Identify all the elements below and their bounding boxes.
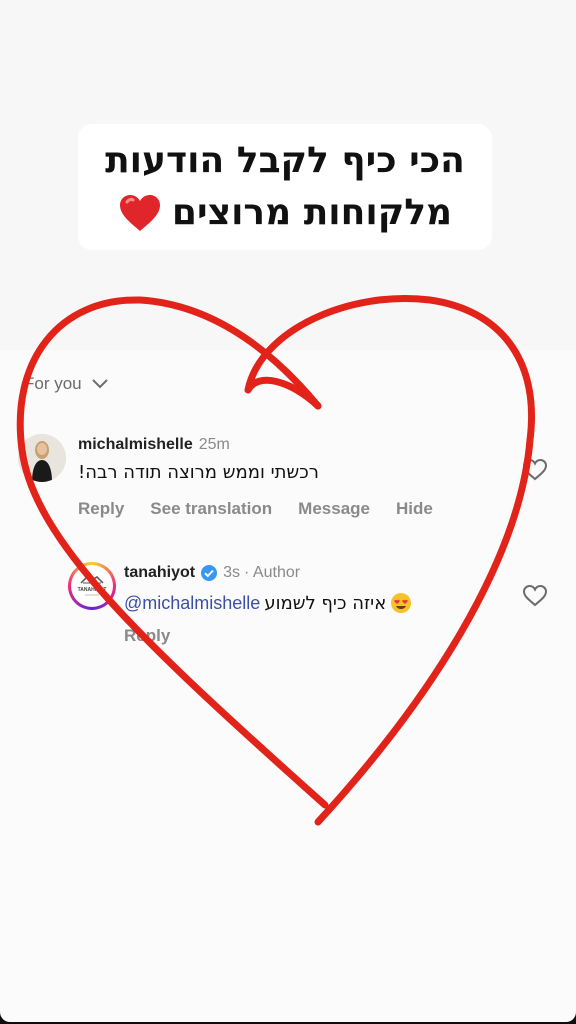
- reply-button[interactable]: Reply: [124, 626, 170, 646]
- sort-label: For you: [24, 374, 82, 393]
- comment-1-text: רכשתי וממש מרוצה תודה רבה!: [78, 462, 319, 483]
- comment-2-actions: Reply: [124, 626, 170, 646]
- comment-username[interactable]: michalmishelle: [78, 436, 193, 453]
- like-heart-icon[interactable]: [522, 584, 548, 608]
- hide-button[interactable]: Hide: [396, 499, 433, 519]
- chevron-down-icon: [91, 379, 108, 389]
- sort-dropdown[interactable]: For you: [24, 374, 108, 394]
- comment-2-header: tanahiyot 3s · Author: [124, 564, 300, 582]
- avatar-michalmishelle[interactable]: [18, 434, 66, 482]
- message-button[interactable]: Message: [298, 499, 370, 519]
- comment-username[interactable]: tanahiyot: [124, 564, 195, 582]
- verified-badge-icon: [201, 565, 218, 581]
- reply-button[interactable]: Reply: [78, 499, 124, 519]
- story-canvas: הכי כיף לקבל הודעות מלקוחות מרוצים For y…: [0, 0, 576, 1022]
- brand-logo-icon: TANAHIYOT: [78, 576, 107, 596]
- headline-line-1: הכי כיף לקבל הודעות: [105, 140, 465, 181]
- avatar-tanahiyot[interactable]: TANAHIYOT: [68, 562, 116, 610]
- logo-text: TANAHIYOT: [78, 587, 107, 593]
- avatar-logo: TANAHIYOT: [71, 565, 113, 607]
- avatar-photo-icon: [18, 434, 66, 482]
- see-translation-button[interactable]: See translation: [150, 499, 272, 519]
- comment-time: 3s: [223, 564, 241, 581]
- author-badge: · Author: [244, 564, 301, 581]
- red-heart-emoji-icon: [119, 195, 160, 231]
- headline-row-2: מלקוחות מרוצים: [118, 189, 452, 237]
- comment-1-header: michalmishelle 25m: [78, 436, 230, 454]
- headline-line-2: מלקוחות מרוצים: [171, 192, 453, 233]
- comment-1-actions: Reply See translation Message Hide: [78, 499, 433, 519]
- comment-2-text: @michalmishelle איזה כיף לשמוע: [124, 592, 412, 614]
- comment-time: 25m: [198, 436, 230, 453]
- heart-eyes-emoji-icon: [391, 593, 412, 613]
- comment-2-body: איזה כיף לשמוע: [264, 592, 387, 614]
- headline-card: הכי כיף לקבל הודעות מלקוחות מרוצים: [78, 124, 492, 250]
- like-heart-icon[interactable]: [522, 458, 548, 482]
- mention-link[interactable]: @michalmishelle: [124, 593, 260, 614]
